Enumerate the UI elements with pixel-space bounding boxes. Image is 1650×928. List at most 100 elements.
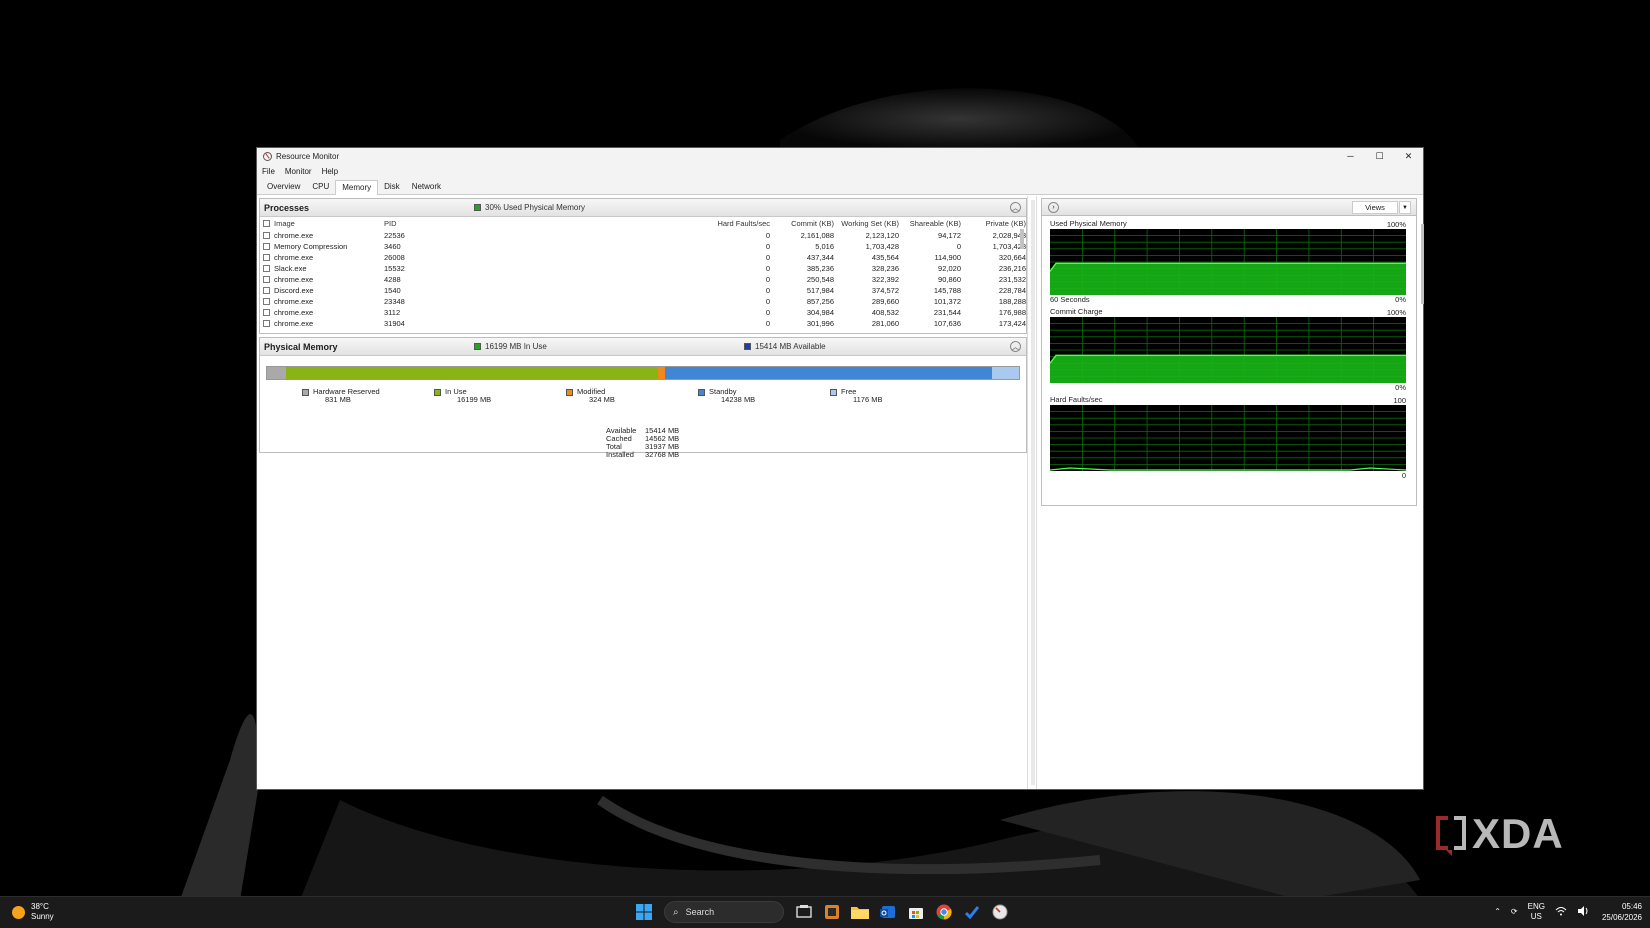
weather-desc: Sunny <box>31 912 54 921</box>
process-checkbox[interactable] <box>262 276 270 283</box>
table-row[interactable]: Memory Compression 3460 0 5,016 1,703,428 0 1,… <box>260 241 1026 252</box>
process-image: chrome.exe <box>274 319 314 328</box>
graphs-scrollbar[interactable] <box>1421 224 1424 304</box>
file-explorer-icon[interactable] <box>851 903 869 921</box>
process-checkbox[interactable] <box>262 265 270 272</box>
graph-min: 0 <box>1401 471 1406 480</box>
col-working-set[interactable]: Working Set (KB) <box>834 219 899 228</box>
used-physical-memory-text: 30% Used Physical Memory <box>485 203 586 212</box>
col-hard-faults[interactable]: Hard Faults/sec <box>420 219 770 228</box>
task-view-icon[interactable] <box>795 903 813 921</box>
resource-monitor-window: Resource Monitor ─ ☐ ✕ File Monitor Help… <box>256 147 1424 790</box>
graph-canvas <box>1050 317 1406 383</box>
graph-canvas <box>1050 229 1406 295</box>
table-row[interactable]: chrome.exe 4288 0 250,548 322,392 90,860 231,5… <box>260 274 1026 285</box>
table-row[interactable]: chrome.exe 26008 0 437,344 435,564 114,900 320… <box>260 252 1026 263</box>
legend-swatch <box>830 389 837 396</box>
process-commit: 5,016 <box>815 242 834 251</box>
chevron-up-icon[interactable]: ⌃ <box>1494 907 1501 917</box>
process-image: chrome.exe <box>274 253 314 262</box>
col-shareable[interactable]: Shareable (KB) <box>899 219 961 228</box>
views-dropdown-icon[interactable]: ▼ <box>1399 201 1411 214</box>
views-button[interactable]: Views <box>1352 201 1398 214</box>
table-row[interactable]: Discord.exe 1540 0 517,984 374,572 145,788 228… <box>260 285 1026 296</box>
process-working-set: 374,572 <box>871 286 899 295</box>
col-pid[interactable]: PID <box>380 219 420 228</box>
legend-value: 831 MB <box>325 395 351 404</box>
in-use-stat: 16199 MB In Use <box>474 342 547 351</box>
expand-pane-button[interactable]: › <box>1048 202 1059 213</box>
wifi-icon[interactable] <box>1555 906 1567 919</box>
clock[interactable]: 05:46 25/06/2026 <box>1602 901 1642 923</box>
process-checkbox[interactable] <box>262 254 270 261</box>
tab-overview[interactable]: Overview <box>261 180 306 194</box>
process-checkbox[interactable] <box>262 320 270 327</box>
process-private: 231,532 <box>998 275 1026 284</box>
commit-charge-graph: Commit Charge 100% 0% <box>1050 308 1406 396</box>
collapse-physical-memory-button[interactable]: ︿ <box>1010 341 1021 352</box>
process-image: chrome.exe <box>274 231 314 240</box>
process-working-set: 435,564 <box>871 253 899 262</box>
menu-help[interactable]: Help <box>322 167 338 176</box>
tab-cpu[interactable]: CPU <box>306 180 335 194</box>
pane-splitter[interactable] <box>1027 196 1037 789</box>
process-working-set: 289,660 <box>871 297 899 306</box>
process-image: Slack.exe <box>274 264 307 273</box>
sync-icon[interactable]: ⟳ <box>1511 907 1518 917</box>
clock-time: 05:46 <box>1621 902 1642 911</box>
outlook-icon[interactable] <box>879 903 897 921</box>
resource-monitor-taskbar-icon[interactable] <box>991 903 1009 921</box>
taskbar-search[interactable]: ⌕ Search <box>664 901 784 923</box>
memory-usage-area: Hardware Reserved 831 MB In Use 16199 MB Mod… <box>260 356 1026 459</box>
left-pane-scrollbar[interactable] <box>1031 200 1035 785</box>
tab-disk[interactable]: Disk <box>378 180 406 194</box>
process-checkbox[interactable] <box>262 309 270 316</box>
process-checkbox[interactable] <box>262 287 270 294</box>
language-indicator[interactable]: ENG US <box>1528 902 1545 922</box>
title-bar[interactable]: Resource Monitor ─ ☐ ✕ <box>257 148 1423 164</box>
menu-monitor[interactable]: Monitor <box>285 167 312 176</box>
processes-scrollbar[interactable] <box>1020 229 1024 249</box>
todo-icon[interactable] <box>963 903 981 921</box>
legend-swatch <box>698 389 705 396</box>
legend-value: 1176 MB <box>853 395 883 404</box>
legend-value: 324 MB <box>589 395 615 404</box>
process-checkbox[interactable] <box>262 298 270 305</box>
tab-memory[interactable]: Memory <box>335 180 379 195</box>
process-image: chrome.exe <box>274 275 314 284</box>
col-commit[interactable]: Commit (KB) <box>770 219 834 228</box>
col-image[interactable]: Image <box>272 219 380 228</box>
table-row[interactable]: chrome.exe 31904 0 301,996 281,060 107,636 173… <box>260 318 1026 329</box>
store-icon[interactable] <box>907 903 925 921</box>
maximize-button[interactable]: ☐ <box>1365 148 1394 164</box>
process-commit: 857,256 <box>806 297 834 306</box>
menu-file[interactable]: File <box>262 167 275 176</box>
process-working-set: 1,703,428 <box>865 242 899 251</box>
close-button[interactable]: ✕ <box>1394 148 1423 164</box>
available-stat-text: 15414 MB Available <box>755 342 826 351</box>
minimize-button[interactable]: ─ <box>1336 148 1365 164</box>
process-working-set: 408,532 <box>871 308 899 317</box>
table-row[interactable]: Slack.exe 15532 0 385,236 328,236 92,020 236,2… <box>260 263 1026 274</box>
xda-watermark: XDA <box>1432 810 1564 858</box>
process-checkbox[interactable] <box>262 232 270 239</box>
tab-network[interactable]: Network <box>406 180 447 194</box>
table-row[interactable]: chrome.exe 23348 0 857,256 289,660 101,372 188… <box>260 296 1026 307</box>
physical-memory-header[interactable]: Physical Memory 16199 MB In Use 15414 MB… <box>260 338 1026 356</box>
table-row[interactable]: chrome.exe 22536 0 2,161,088 2,123,120 94,172… <box>260 230 1026 241</box>
app-icon-orange[interactable] <box>823 903 841 921</box>
select-all-checkbox[interactable] <box>262 220 270 227</box>
collapse-processes-button[interactable]: ︿ <box>1010 202 1021 213</box>
table-header-row: Image PID Hard Faults/sec Commit (KB) Wo… <box>260 217 1026 230</box>
chrome-icon[interactable] <box>935 903 953 921</box>
process-private: 228,784 <box>998 286 1026 295</box>
process-checkbox[interactable] <box>262 243 270 250</box>
table-row[interactable]: chrome.exe 3112 0 304,984 408,532 231,544 176,… <box>260 307 1026 318</box>
weather-widget[interactable]: 38°C Sunny <box>12 902 54 922</box>
legend-swatch <box>566 389 573 396</box>
volume-icon[interactable] <box>1577 905 1589 919</box>
window-title: Resource Monitor <box>276 151 340 161</box>
col-private[interactable]: Private (KB) <box>961 219 1026 228</box>
processes-header[interactable]: Processes 30% Used Physical Memory ︿ <box>260 199 1026 217</box>
start-icon[interactable] <box>635 903 653 921</box>
